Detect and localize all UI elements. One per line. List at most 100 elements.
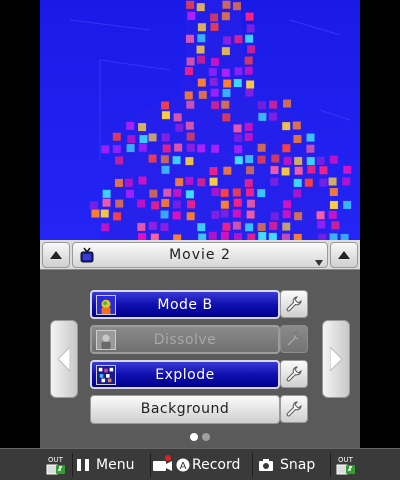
- effect-pixel: [329, 188, 338, 197]
- effect-pixel: [331, 221, 340, 230]
- effect-row-dissolve: Dissolve: [90, 325, 280, 354]
- record-button[interactable]: A Record: [152, 449, 248, 480]
- effect-pixel: [319, 178, 328, 187]
- effect-pixel: [234, 145, 243, 154]
- effect-pixel: [342, 177, 351, 186]
- menu-button[interactable]: Menu: [76, 449, 148, 480]
- effect-pixel: [126, 144, 135, 153]
- effect-pixel: [197, 178, 206, 187]
- effect-row-explode: Explode: [90, 360, 280, 389]
- effect-label: Explode: [155, 367, 215, 383]
- dissolve-settings-button[interactable]: [280, 325, 308, 353]
- next-movie-button[interactable]: [330, 242, 358, 268]
- effect-pixel: [282, 144, 291, 153]
- effect-pixel: [329, 233, 338, 240]
- effect-pixel: [174, 143, 183, 152]
- effect-pixel: [211, 188, 220, 197]
- effect-dissolve-button[interactable]: Dissolve: [90, 325, 280, 354]
- effect-pixel: [269, 221, 278, 230]
- effect-pixel: [221, 47, 230, 56]
- effect-pixel: [283, 200, 292, 209]
- effect-pixel: [149, 189, 158, 198]
- effect-pixel: [115, 199, 124, 208]
- next-page-button[interactable]: [322, 320, 350, 398]
- effect-pixel: [102, 189, 111, 198]
- effect-pixel: [257, 143, 266, 152]
- effect-pixel: [258, 112, 267, 121]
- effect-pixel: [161, 101, 170, 110]
- effect-pixel: [185, 34, 194, 43]
- background-settings-button[interactable]: [280, 395, 308, 423]
- effect-pixel: [102, 198, 111, 207]
- effect-pixel: [257, 222, 266, 231]
- effect-explode-button[interactable]: Explode: [90, 360, 280, 389]
- effect-pixel: [245, 223, 254, 232]
- out-left-button[interactable]: OUT: [40, 449, 72, 480]
- effect-pixel: [270, 177, 279, 186]
- effect-pixel: [220, 209, 229, 218]
- effect-pixel: [138, 233, 147, 240]
- snap-button[interactable]: Snap: [258, 449, 330, 480]
- page-dot-active: [190, 433, 198, 441]
- effect-pixel: [126, 121, 135, 130]
- effect-pixel: [270, 166, 279, 175]
- wrench-icon: [286, 331, 302, 347]
- effect-pixel: [319, 166, 328, 175]
- prev-page-button[interactable]: [50, 320, 78, 398]
- effect-pixel: [257, 189, 266, 198]
- effect-pixel: [162, 144, 171, 153]
- effect-pixel: [124, 178, 133, 187]
- effect-pixel: [245, 188, 254, 197]
- effect-pixel: [137, 222, 146, 231]
- effect-pixel: [328, 177, 337, 186]
- effect-pixel: [245, 34, 254, 43]
- triangle-up-icon: [338, 251, 350, 259]
- effect-pixel: [187, 11, 196, 20]
- effect-pixel: [246, 80, 255, 89]
- effect-pixel: [294, 212, 303, 221]
- effect-pixel: [148, 221, 157, 230]
- effect-background-button[interactable]: Background: [90, 395, 280, 424]
- effect-pixel: [244, 122, 253, 131]
- effect-pixel: [208, 67, 217, 76]
- menu-label: Menu: [96, 457, 135, 473]
- effect-pixel: [160, 223, 169, 232]
- triangle-down-icon: [315, 260, 323, 266]
- effect-pixel: [244, 56, 253, 65]
- effect-pixel: [245, 155, 254, 164]
- effect-pixel: [210, 58, 219, 67]
- prev-movie-button[interactable]: [42, 242, 70, 268]
- effect-pixel: [209, 177, 218, 186]
- effect-pixel: [245, 12, 254, 21]
- effect-pixel: [137, 199, 146, 208]
- effect-pixel: [160, 210, 169, 219]
- effect-pixel: [114, 178, 123, 187]
- explode-settings-button[interactable]: [280, 360, 308, 388]
- effect-pixel: [112, 132, 121, 141]
- effect-pixel: [184, 91, 193, 100]
- movie-selector[interactable]: Movie 2: [72, 242, 328, 268]
- effect-pixel: [185, 157, 194, 166]
- effect-pixel: [198, 90, 207, 99]
- effect-pixel: [293, 178, 302, 187]
- effect-pixel: [283, 156, 292, 165]
- effect-pixel: [148, 133, 157, 142]
- effect-pixel: [100, 209, 109, 218]
- effect-label: Background: [140, 401, 230, 417]
- effect-pixel: [222, 222, 231, 231]
- effect-pixel: [127, 135, 136, 144]
- effect-pixel: [268, 232, 277, 240]
- effect-pixel: [186, 0, 195, 9]
- effect-pixel: [271, 154, 280, 163]
- out-right-button[interactable]: OUT: [334, 449, 358, 480]
- effect-pixel: [246, 24, 255, 33]
- effect-pixel: [222, 0, 231, 9]
- effect-pixel: [246, 166, 255, 175]
- effect-pixel: [223, 36, 232, 45]
- mode-b-settings-button[interactable]: [280, 290, 308, 318]
- effect-pixel: [306, 144, 315, 153]
- effect-pixel: [233, 233, 242, 240]
- effect-pixel: [196, 45, 205, 54]
- effect-mode-b-button[interactable]: Mode B: [90, 290, 280, 319]
- effect-pixel: [113, 212, 122, 221]
